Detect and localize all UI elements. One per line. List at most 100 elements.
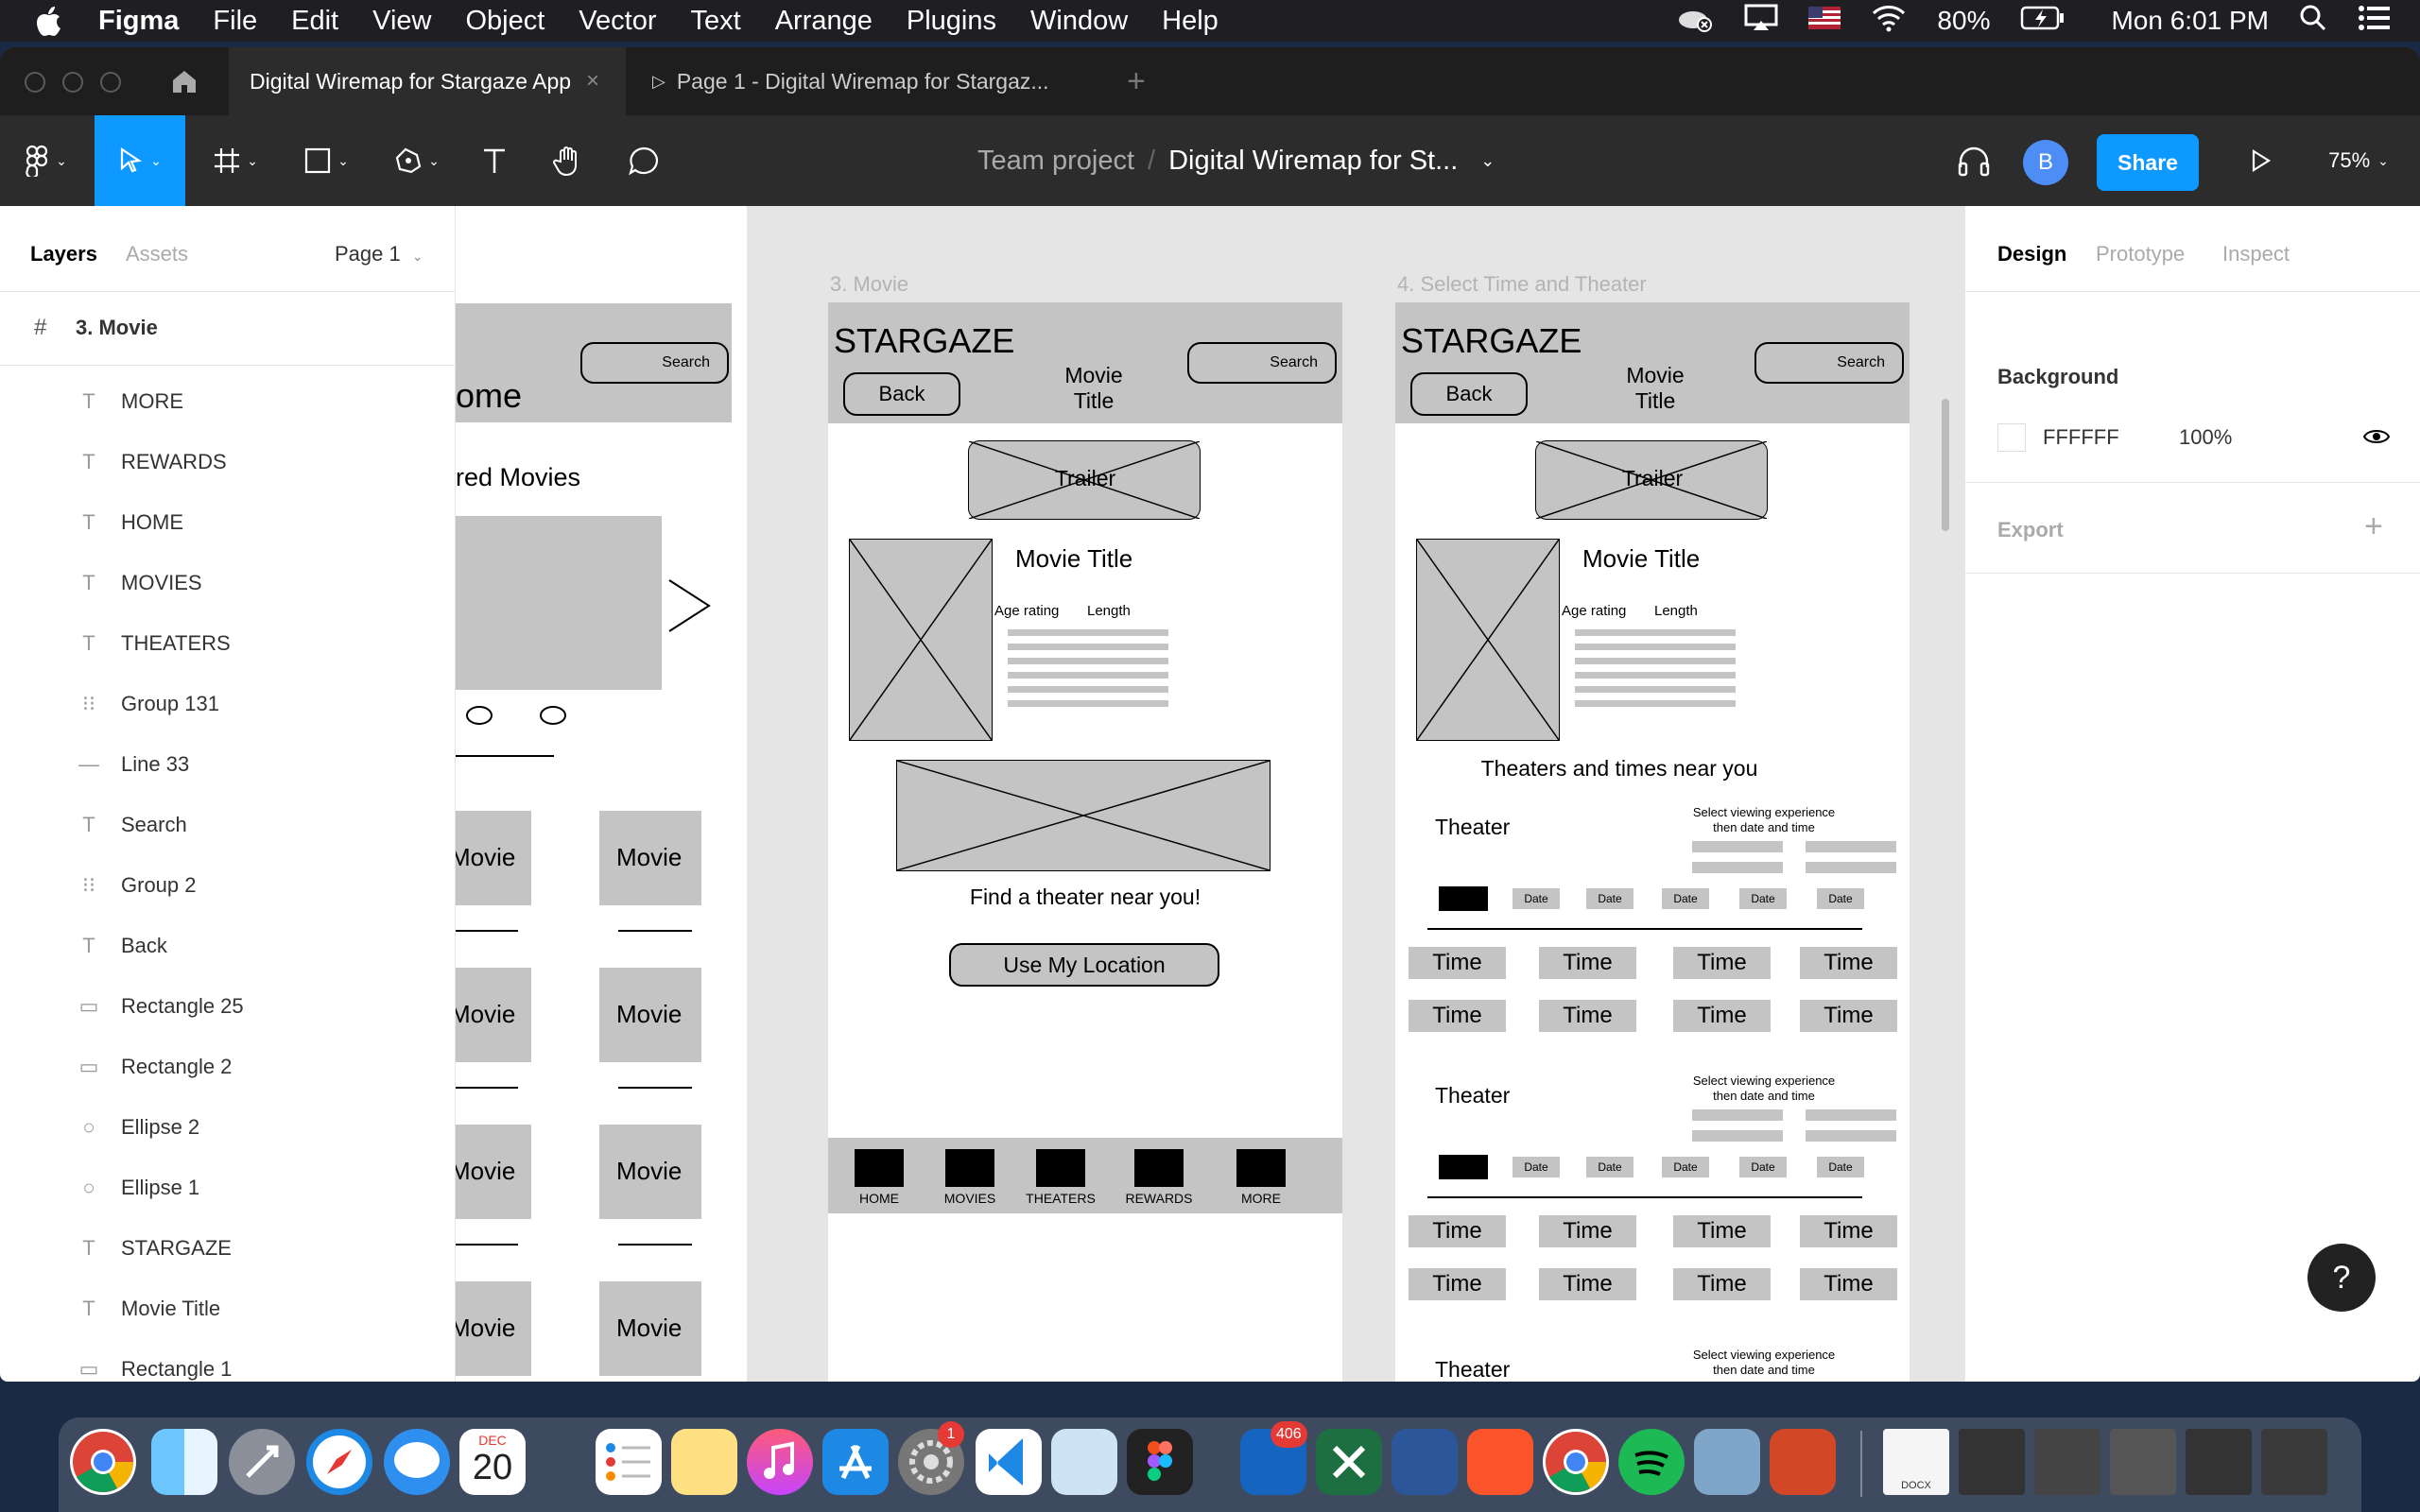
hand-tool-button[interactable] <box>544 115 592 206</box>
wifi-icon[interactable] <box>1871 4 1907 39</box>
layer-frame-3-movie[interactable]: # 3. Movie <box>0 299 456 357</box>
minimized-window-thumbnail[interactable] <box>2110 1429 2176 1495</box>
frame-tool-button[interactable]: ⌄ <box>199 115 272 206</box>
breadcrumb-team[interactable]: Team project <box>977 146 1134 177</box>
menu-file[interactable]: File <box>213 6 257 37</box>
messages-icon[interactable] <box>384 1429 450 1495</box>
window-minimize-button[interactable] <box>62 72 83 93</box>
minimized-window-thumbnail[interactable] <box>2261 1429 2327 1495</box>
spotify-icon[interactable] <box>1618 1429 1685 1495</box>
layer-row[interactable]: ○ Ellipse 2 <box>0 1098 456 1157</box>
layer-row[interactable]: T MORE <box>0 372 456 431</box>
layer-row[interactable]: T HOME <box>0 493 456 552</box>
showtime-button[interactable]: Time <box>1800 1000 1897 1032</box>
text-tool-button[interactable] <box>471 115 518 206</box>
layer-row[interactable]: T MOVIES <box>0 554 456 612</box>
airplay-icon[interactable] <box>1744 4 1778 39</box>
layer-row[interactable]: ⁝⁝ Group 131 <box>0 675 456 733</box>
nav-icon[interactable] <box>945 1149 994 1187</box>
frame-movie[interactable]: STARGAZE Back Movie Title Search Trailer… <box>828 302 1342 1382</box>
figma-dock-icon[interactable] <box>1127 1429 1193 1495</box>
experience-option[interactable] <box>1692 1130 1783 1142</box>
menu-figma[interactable]: Figma <box>98 6 179 37</box>
trailer-placeholder[interactable]: Trailer <box>1535 440 1768 520</box>
back-button[interactable]: Back <box>843 372 960 416</box>
layer-row[interactable]: T REWARDS <box>0 433 456 491</box>
tab-design[interactable]: Design <box>1997 242 2066 266</box>
chrome-icon[interactable] <box>70 1429 136 1495</box>
preview-icon[interactable] <box>1694 1429 1760 1495</box>
word-icon[interactable] <box>1392 1429 1458 1495</box>
menu-arrange[interactable]: Arrange <box>775 6 873 37</box>
frame-select-time[interactable]: STARGAZE Back Movie Title Search Trailer… <box>1395 302 1910 1382</box>
design-canvas[interactable]: ome Search red Movies Movie Movie Movie Mov… <box>456 206 1964 1382</box>
showtime-button[interactable]: Time <box>1409 1268 1506 1300</box>
battery-icon[interactable] <box>2020 6 2066 37</box>
powerpoint-icon[interactable] <box>1770 1429 1836 1495</box>
chevron-right-icon[interactable] <box>666 576 713 635</box>
window-zoom-button[interactable] <box>100 72 121 93</box>
spotlight-search-icon[interactable] <box>2299 4 2327 39</box>
tab-prototype[interactable]: ▷ Page 1 - Digital Wiremap for Stargaz..… <box>652 47 1049 115</box>
experience-option[interactable] <box>1692 862 1783 873</box>
menu-object[interactable]: Object <box>465 6 544 37</box>
music-icon[interactable] <box>747 1429 813 1495</box>
bg-opacity-input[interactable]: 100% <box>2179 425 2232 450</box>
close-tab-icon[interactable]: × <box>586 68 599 94</box>
home-tab[interactable] <box>161 47 208 115</box>
layer-row[interactable]: T STARGAZE <box>0 1219 456 1278</box>
frame-home[interactable]: ome Search red Movies Movie Movie Movie Mov… <box>456 206 747 1382</box>
docx-file-icon[interactable]: DOCX <box>1883 1429 1949 1495</box>
help-button[interactable]: ? <box>2308 1244 2376 1312</box>
cloud-icon[interactable] <box>1676 4 1714 39</box>
date-option[interactable]: Date <box>1512 888 1560 909</box>
app-store-icon[interactable] <box>822 1429 889 1495</box>
date-option[interactable]: Date <box>1739 1157 1787 1177</box>
brave-icon[interactable] <box>1467 1429 1533 1495</box>
menu-plugins[interactable]: Plugins <box>907 6 996 37</box>
nav-icon[interactable] <box>1036 1149 1085 1187</box>
showtime-button[interactable]: Time <box>1539 947 1636 979</box>
showtime-button[interactable]: Time <box>1800 947 1897 979</box>
showtime-button[interactable]: Time <box>1409 1215 1506 1247</box>
move-tool-button[interactable]: ⌄ <box>95 115 185 206</box>
color-swatch[interactable] <box>1997 423 2026 452</box>
home-search[interactable]: Search <box>580 342 729 384</box>
tab-assets[interactable]: Assets <box>126 242 188 266</box>
experience-option[interactable] <box>1806 862 1896 873</box>
layer-row[interactable]: T Back <box>0 917 456 975</box>
menu-edit[interactable]: Edit <box>291 6 338 37</box>
menu-view[interactable]: View <box>372 6 431 37</box>
menu-help[interactable]: Help <box>1162 6 1219 37</box>
layer-row[interactable]: ▭ Rectangle 1 <box>0 1340 456 1382</box>
tab-layers[interactable]: Layers <box>30 242 97 266</box>
present-button[interactable] <box>2233 115 2290 206</box>
use-location-button[interactable]: Use My Location <box>949 943 1219 987</box>
tab-file[interactable]: Digital Wiremap for Stargaze App × <box>229 47 626 115</box>
experience-option[interactable] <box>1806 841 1896 852</box>
layer-row[interactable]: — Line 33 <box>0 735 456 794</box>
experience-option[interactable] <box>1692 841 1783 852</box>
showtime-button[interactable]: Time <box>1673 1000 1771 1032</box>
showtime-button[interactable]: Time <box>1539 1000 1636 1032</box>
vertical-scrollbar[interactable] <box>1942 399 1949 531</box>
search-button[interactable]: Search <box>1754 342 1904 384</box>
experience-option[interactable] <box>1692 1109 1783 1121</box>
chevron-down-icon[interactable]: ⌄ <box>1480 151 1495 171</box>
vscode-icon[interactable] <box>976 1429 1042 1495</box>
bg-hex-input[interactable]: FFFFFF <box>2043 425 2119 450</box>
layer-row[interactable]: T Search <box>0 796 456 854</box>
eye-icon[interactable] <box>2362 425 2391 448</box>
showtime-button[interactable]: Time <box>1800 1215 1897 1247</box>
experience-option[interactable] <box>1806 1130 1896 1142</box>
showtime-button[interactable]: Time <box>1673 947 1771 979</box>
date-option[interactable]: Date <box>1586 1157 1634 1177</box>
layer-row[interactable]: T THEATERS <box>0 614 456 673</box>
menu-vector[interactable]: Vector <box>579 6 656 37</box>
tab-prototype-panel[interactable]: Prototype <box>2096 242 2185 266</box>
showtime-button[interactable]: Time <box>1539 1268 1636 1300</box>
notes-icon[interactable] <box>671 1429 737 1495</box>
menu-window[interactable]: Window <box>1030 6 1128 37</box>
share-button[interactable]: Share <box>2097 134 2199 191</box>
comment-tool-button[interactable] <box>620 115 667 206</box>
